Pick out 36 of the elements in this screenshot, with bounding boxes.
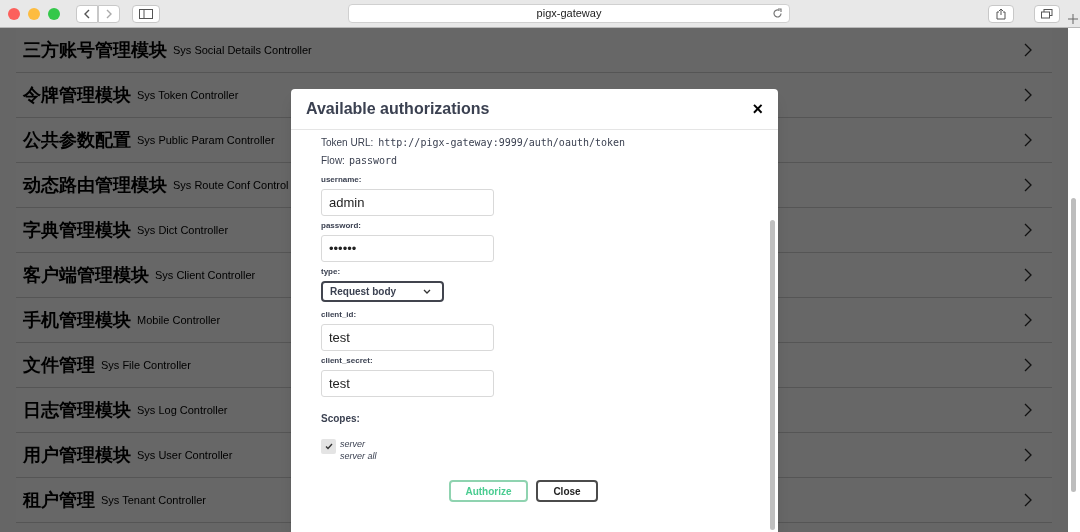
module-name: 公共参数配置 (23, 128, 131, 152)
module-name: 日志管理模块 (23, 398, 131, 422)
module-name: 客户端管理模块 (23, 263, 149, 287)
dialog-title: Available authorizations (306, 99, 490, 119)
controller-name: Sys Tenant Controller (101, 492, 206, 508)
page-address: pigx-gateway (536, 6, 602, 22)
field-label: type: (321, 266, 342, 278)
flow-value: password (348, 154, 398, 168)
controller-name: Sys Route Conf Control (173, 177, 289, 193)
field-label: client_secret: (321, 355, 374, 367)
token-url: http://pigx-gateway:9999/auth/oauth/token (378, 136, 626, 150)
module-name: 手机管理模块 (23, 308, 131, 332)
controller-name: Sys Log Controller (137, 402, 228, 418)
controller-name: Sys Token Controller (137, 87, 239, 103)
controller-name: Sys User Controller (137, 447, 233, 463)
scope-name: server (340, 438, 367, 450)
module-name: 租户管理 (23, 488, 95, 512)
controller-name: Sys Social Details Controller (173, 42, 312, 58)
controller-name: Sys Public Param Controller (137, 132, 275, 148)
controller-name: Mobile Controller (137, 312, 221, 328)
module-name: 用户管理模块 (23, 443, 131, 467)
controller-name: Sys Dict Controller (137, 222, 229, 238)
field-label: password: (321, 220, 362, 232)
module-name: 文件管理 (23, 353, 95, 377)
field-label: username: (321, 174, 363, 186)
flow-label: Flow: (321, 154, 345, 168)
scopes-label: Scopes: (321, 412, 361, 426)
scope-description: server all (340, 450, 377, 462)
module-name: 字典管理模块 (23, 218, 131, 242)
module-name: 令牌管理模块 (23, 83, 131, 107)
controller-name: Sys File Controller (101, 357, 191, 373)
module-name: 三方账号管理模块 (23, 38, 167, 62)
controller-name: Sys Client Controller (155, 267, 256, 283)
field-label: client_id: (321, 309, 358, 321)
token-url-label: Token URL: (321, 136, 374, 150)
module-name: 动态路由管理模块 (23, 173, 167, 197)
